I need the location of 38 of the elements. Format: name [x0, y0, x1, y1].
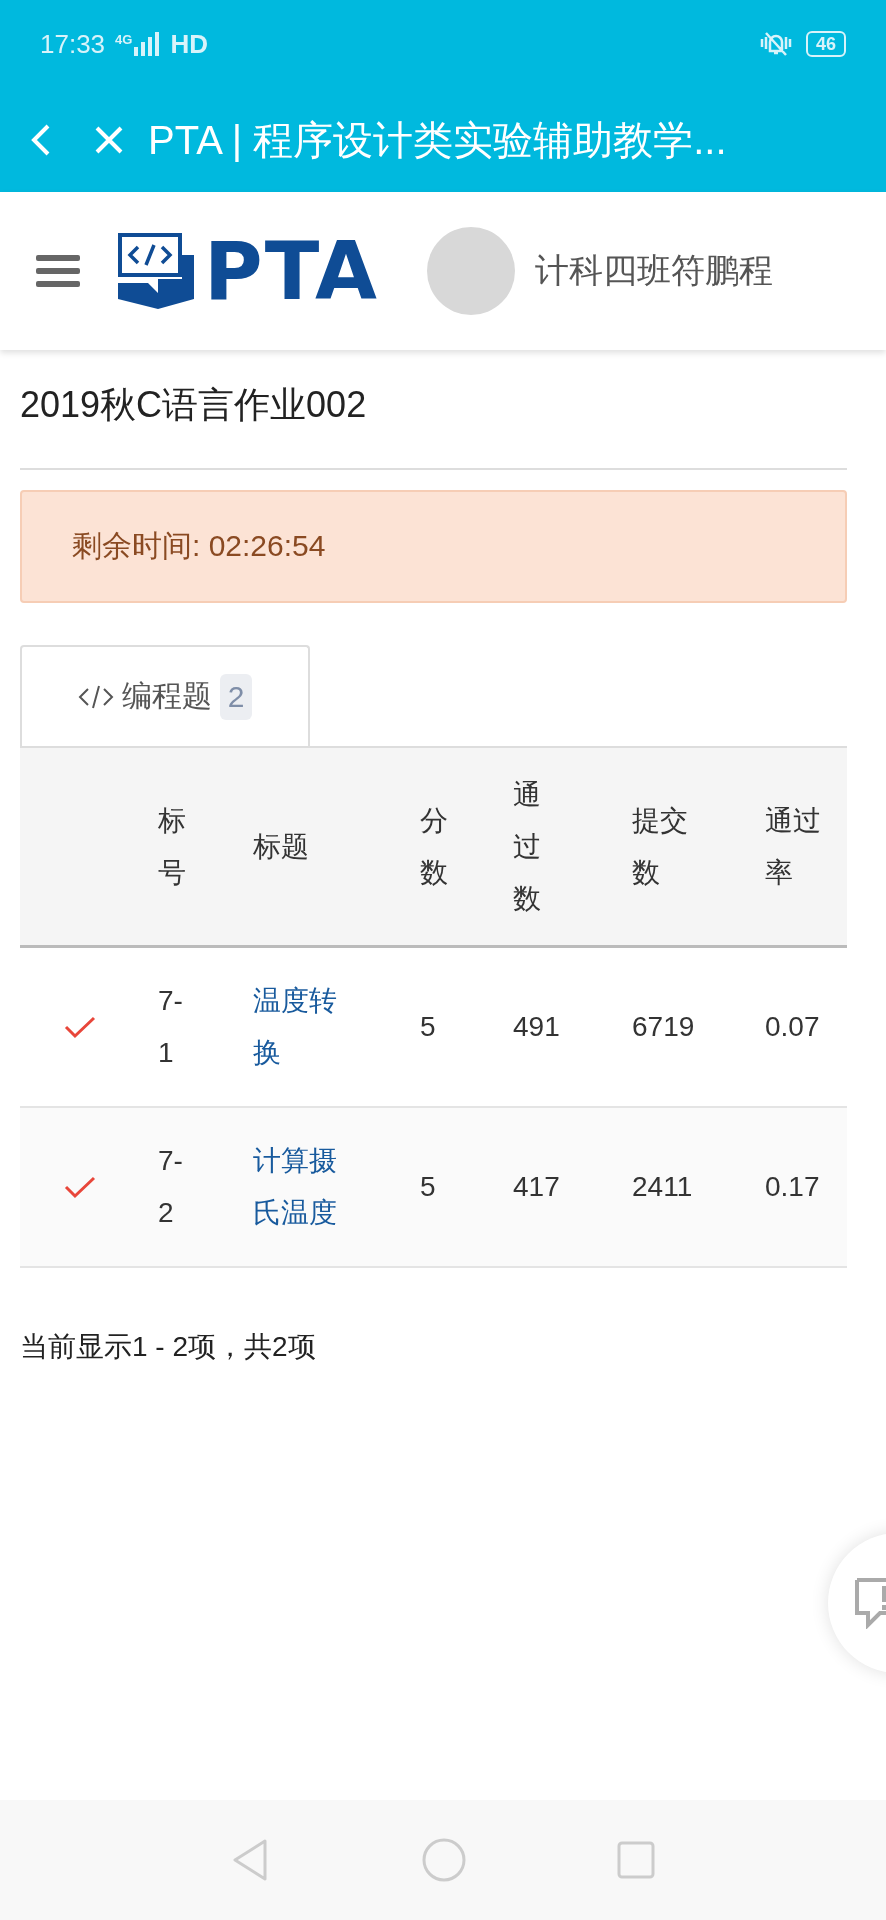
user-name[interactable]: 计科四班符鹏程 [534, 248, 773, 294]
column-header: 通过数 [513, 777, 541, 916]
signal-icon [134, 32, 161, 56]
count-badge: 2 [219, 673, 253, 720]
assignment-title: 2019秋C语言作业002 [20, 383, 368, 427]
home-nav-icon[interactable] [421, 1837, 467, 1883]
table-cell-text: 2411 [632, 1170, 694, 1204]
table-cell-text: 5 [420, 1170, 437, 1204]
battery-level: 46 [805, 31, 846, 57]
column-header: 标号 [158, 803, 186, 890]
tab[interactable]: 编程题 2 [20, 645, 310, 746]
close-icon[interactable] [94, 125, 124, 155]
hd-label: HD [170, 28, 208, 60]
remaining-time: 剩余时间: 02:26:54 [72, 528, 326, 564]
table-cell-text: 7-1 [158, 984, 184, 1070]
problem-link[interactable]: 温度转换 [253, 975, 337, 1079]
table-cell-text: 6719 [632, 1010, 696, 1044]
logo-text[interactable]: PTA [204, 224, 379, 318]
column-header: 分数 [420, 803, 448, 890]
tab-label: 编程题 [121, 678, 212, 714]
network-type: 4G [115, 32, 133, 47]
recents-nav-icon[interactable] [617, 1841, 655, 1879]
column-header: 提交数 [632, 803, 688, 890]
column-header: 标题 [253, 829, 310, 864]
problem-link[interactable]: 计算摄氏温度 [253, 1135, 337, 1239]
feedback-icon [854, 1577, 886, 1629]
table-cell-text: 0.07 [765, 1010, 821, 1044]
menu-icon[interactable] [36, 253, 80, 289]
pagination-info: 当前显示1 - 2项，共2项 [20, 1330, 317, 1364]
table-cell-text: 7-2 [158, 1144, 184, 1230]
column-header: 通过率 [765, 803, 821, 890]
table-cell-text: 5 [420, 1010, 437, 1044]
code-icon [77, 683, 114, 710]
clock-time: 17:33 [40, 28, 106, 60]
table-cell-text: 0.17 [765, 1170, 821, 1204]
table-cell-text: 417 [513, 1170, 561, 1204]
table-cell-text: 491 [513, 1010, 561, 1044]
page-title: PTA | 程序设计类实验辅助教学... [148, 116, 727, 164]
